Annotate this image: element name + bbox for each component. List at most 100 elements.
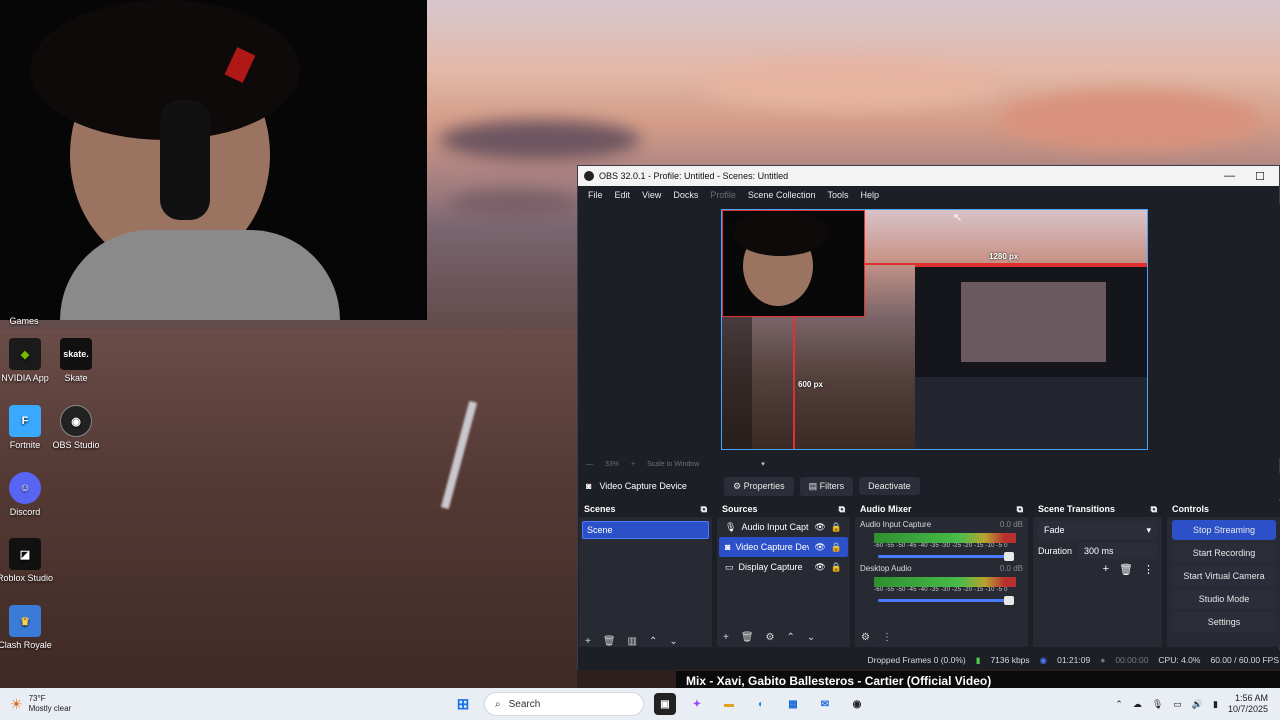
fortnite-icon: F: [9, 405, 41, 437]
eye-icon[interactable]: 👁: [814, 522, 825, 533]
menu-scene-collection[interactable]: Scene Collection: [742, 190, 822, 200]
lock-icon[interactable]: 🔒: [831, 562, 842, 573]
desktop-icon-label: Games: [9, 316, 39, 326]
transition-select[interactable]: Fade ▾: [1038, 521, 1157, 539]
trash-icon[interactable]: 🗑: [603, 636, 616, 647]
undock-icon[interactable]: ⧉: [839, 504, 845, 515]
more-icon[interactable]: ⋮: [1143, 563, 1154, 576]
preview-hair: [733, 211, 828, 256]
eye-icon[interactable]: 👁: [814, 542, 825, 553]
network-icon[interactable]: ▭: [1173, 699, 1182, 710]
trash-icon[interactable]: 🗑: [741, 632, 754, 643]
eye-icon[interactable]: 👁: [814, 562, 825, 573]
weather-widget[interactable]: ☀ 73°F Mostly clear: [0, 694, 200, 714]
filter-icon[interactable]: ▥: [628, 636, 637, 647]
battery-icon[interactable]: ▮: [1213, 699, 1218, 710]
microphone-icon[interactable]: 🎙: [1152, 699, 1163, 710]
stop-streaming-button[interactable]: Stop Streaming: [1172, 520, 1276, 540]
obs-taskbar-icon[interactable]: ◉: [846, 693, 868, 715]
duration-input[interactable]: 300 ms: [1078, 543, 1157, 559]
file-explorer-icon[interactable]: ▬: [718, 693, 740, 715]
sources-title: Sources: [722, 504, 758, 514]
window-title: OBS 32.0.1 - Profile: Untitled - Scenes:…: [599, 171, 789, 181]
up-arrow-icon[interactable]: ⌃: [787, 632, 795, 643]
trash-icon[interactable]: 🗑: [1119, 563, 1133, 576]
lock-icon[interactable]: 🔒: [831, 542, 842, 553]
monitor-icon: ▭: [725, 561, 734, 572]
desktop-icon-roblox[interactable]: ◪ Roblox Studio: [0, 538, 57, 583]
edge-icon[interactable]: ◐: [750, 693, 772, 715]
menu-view[interactable]: View: [636, 190, 667, 200]
discord-icon: ☺: [9, 472, 41, 504]
menu-docks[interactable]: Docks: [667, 190, 704, 200]
volume-slider[interactable]: [878, 596, 1014, 605]
store-icon[interactable]: ▦: [782, 693, 804, 715]
obs-icon: ◉: [60, 405, 92, 437]
more-icon[interactable]: ⋮: [882, 632, 892, 643]
zoom-out-icon[interactable]: —: [586, 461, 593, 468]
desktop-icon-label: Skate: [64, 373, 88, 383]
start-virtual-camera-button[interactable]: Start Virtual Camera: [1172, 566, 1276, 586]
menu-profile[interactable]: Profile: [704, 190, 742, 200]
deactivate-button[interactable]: Deactivate: [859, 477, 920, 495]
filters-button[interactable]: ▤ Filters: [799, 476, 854, 496]
undock-icon[interactable]: ⧉: [701, 504, 707, 515]
desktop-icon-games[interactable]: Games: [0, 316, 56, 326]
source-label: Video Capture Dev: [735, 542, 810, 552]
down-arrow-icon[interactable]: ⌄: [669, 636, 677, 647]
add-icon[interactable]: +: [1103, 563, 1109, 576]
source-item-audio[interactable]: 🎙 Audio Input Captu 👁 🔒: [719, 517, 848, 537]
cloud-icon[interactable]: ☁: [1133, 699, 1142, 710]
up-arrow-icon[interactable]: ⌃: [649, 636, 657, 647]
source-item-display[interactable]: ▭ Display Capture 👁 🔒: [719, 557, 848, 577]
desktop-icon-discord[interactable]: ☺ Discord: [0, 472, 57, 517]
properties-button[interactable]: ⚙ Properties: [724, 476, 794, 496]
mixer-settings-icon[interactable]: ⚙: [861, 632, 870, 643]
program-preview[interactable]: 1280 px 600 px: [721, 209, 1148, 450]
menu-edit[interactable]: Edit: [609, 190, 637, 200]
title-bar[interactable]: OBS 32.0.1 - Profile: Untitled - Scenes:…: [578, 166, 1279, 186]
desktop-icon-obs[interactable]: ◉ OBS Studio: [44, 405, 108, 450]
menu-file[interactable]: File: [582, 190, 609, 200]
menu-tools[interactable]: Tools: [821, 190, 854, 200]
studio-mode-button[interactable]: Studio Mode: [1172, 589, 1276, 609]
mixer-channel: Audio Input Capture 0.0 dB -60 -55 -50 -4…: [855, 517, 1028, 561]
undock-icon[interactable]: ⧉: [1151, 504, 1157, 515]
source-item-video[interactable]: ◙ Video Capture Dev 👁 🔒: [719, 537, 848, 557]
desktop-icon-clash-royale[interactable]: ♛ Clash Royale: [0, 605, 57, 650]
cloud: [450, 190, 580, 220]
scene-item[interactable]: Scene: [582, 521, 709, 539]
add-icon[interactable]: +: [723, 632, 729, 643]
taskbar-search[interactable]: ⌕ Search: [484, 692, 644, 716]
obs-logo-icon: [584, 171, 594, 181]
windows-start-icon[interactable]: ⊞: [452, 693, 474, 715]
add-icon[interactable]: +: [585, 636, 591, 647]
menu-bar: File Edit View Docks Profile Scene Colle…: [578, 186, 1279, 204]
zoom-dropdown-icon[interactable]: ▾: [761, 460, 765, 468]
start-recording-button[interactable]: Start Recording: [1172, 543, 1276, 563]
minimize-icon[interactable]: —: [1224, 170, 1235, 183]
task-view-icon[interactable]: ▣: [654, 693, 676, 715]
settings-button[interactable]: Settings: [1172, 612, 1276, 632]
down-arrow-icon[interactable]: ⌄: [807, 632, 815, 643]
filters-label: Filters: [819, 480, 845, 491]
zoom-in-icon[interactable]: +: [631, 461, 635, 468]
maximize-icon[interactable]: ☐: [1255, 170, 1265, 183]
controls-title-bar: Controls: [1167, 501, 1280, 517]
menu-help[interactable]: Help: [854, 190, 885, 200]
shirt: [60, 230, 340, 320]
volume-icon[interactable]: 🔊: [1192, 699, 1203, 710]
chevron-up-icon[interactable]: ⌃: [1115, 699, 1123, 710]
lock-icon[interactable]: 🔒: [831, 522, 842, 533]
preview-webcam-source[interactable]: [722, 210, 865, 317]
gear-icon[interactable]: ⚙: [766, 632, 775, 643]
volume-slider[interactable]: [878, 552, 1014, 561]
clock-time: 1:56 AM: [1234, 693, 1268, 703]
zoom-mode[interactable]: Scale to Window: [647, 461, 699, 468]
undock-icon[interactable]: ⧉: [1017, 504, 1023, 515]
outlook-icon[interactable]: ✉: [814, 693, 836, 715]
scene-transitions-title-bar: Scene Transitions ⧉: [1033, 501, 1162, 517]
desktop-icon-skate[interactable]: skate. Skate: [44, 338, 108, 383]
copilot-icon[interactable]: ✦: [686, 693, 708, 715]
clock[interactable]: 1:56 AM 10/7/2025: [1228, 693, 1268, 715]
